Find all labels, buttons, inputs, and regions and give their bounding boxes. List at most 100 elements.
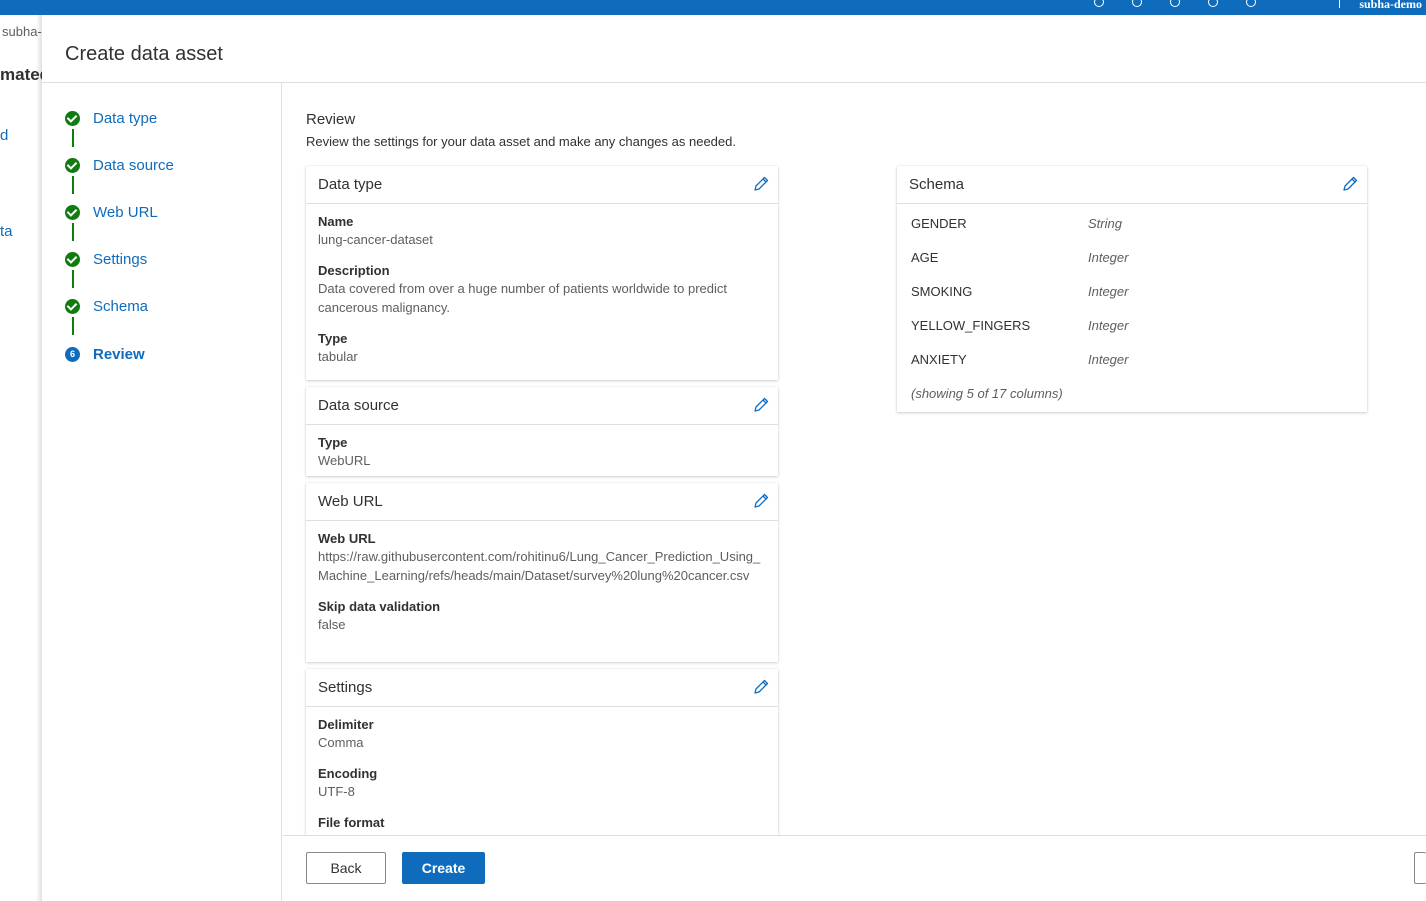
card-title: Schema [909,176,965,193]
field-skip-validation: Skip data validation false [306,599,778,634]
card-header: Web URL [306,483,778,521]
step-data-source[interactable]: Data source [65,153,174,177]
edit-icon[interactable] [752,678,770,696]
field-description: Description Data covered from over a hug… [306,263,778,317]
step-label: Review [93,345,145,363]
field-label: Delimiter [318,717,374,732]
feedback-icon[interactable] [1208,0,1218,7]
card-header: Data source [306,387,778,425]
field-label: Web URL [318,531,376,546]
edit-icon[interactable] [752,492,770,510]
step-connector [72,129,74,147]
schema-column-name: SMOKING [911,284,973,299]
schema-column-name: YELLOW_FINGERS [911,318,1031,333]
schema-card: Schema GENDER String AGE Integer SMOKING… [897,166,1367,412]
data-type-card: Data type Name lung-cancer-dataset Descr… [306,166,778,380]
step-connector [72,317,74,335]
review-content: Review Review the settings for your data… [283,83,1426,835]
step-settings[interactable]: Settings [65,247,147,271]
edit-icon[interactable] [1341,175,1359,193]
background-link[interactable]: d [0,127,8,144]
step-label: Data source [93,156,174,174]
field-source-type: Type WebURL [306,435,778,470]
field-encoding: Encoding UTF-8 [306,766,778,801]
field-web-url: Web URL https://raw.githubusercontent.co… [306,531,778,585]
check-icon [65,204,80,220]
field-name: Name lung-cancer-dataset [306,214,778,249]
notification-icon[interactable] [1132,0,1142,7]
field-file-format: File format [306,815,778,830]
field-value: UTF-8 [318,784,355,799]
card-title: Data type [318,176,383,193]
cancel-button[interactable] [1414,852,1426,884]
step-data-type[interactable]: Data type [65,106,157,130]
top-bar: subha-demo [0,0,1426,15]
field-label: File format [318,815,385,830]
step-web-url[interactable]: Web URL [65,200,158,224]
field-type: Type tabular [306,331,778,366]
schema-column-name: AGE [911,250,939,265]
step-connector [72,223,74,241]
card-title: Data source [318,397,399,414]
check-icon [65,110,80,126]
check-icon [65,251,80,267]
field-label: Name [318,214,354,229]
schema-note: (showing 5 of 17 columns) [911,386,1063,401]
create-button[interactable]: Create [402,852,485,884]
schema-column-type: String [1088,216,1122,231]
card-title: Web URL [318,493,383,510]
panel-title: Create data asset [65,43,223,65]
topbar-icons [1094,0,1334,7]
step-review[interactable]: 6 Review [65,342,145,366]
background-link[interactable]: ta [0,223,13,240]
schema-column-type: Integer [1088,250,1129,265]
schema-column-type: Integer [1088,318,1129,333]
field-label: Type [318,435,348,450]
step-label: Schema [93,297,149,315]
schema-column-name: GENDER [911,216,967,231]
edit-icon[interactable] [752,396,770,414]
edit-icon[interactable] [752,175,770,193]
review-subtitle: Review the settings for your data asset … [306,134,736,149]
field-value: Comma [318,735,364,750]
field-value: https://raw.githubusercontent.com/rohiti… [318,549,761,583]
schema-column-type: Integer [1088,284,1129,299]
field-label: Type [318,331,348,346]
account-icon[interactable] [1246,0,1256,7]
settings-icon[interactable] [1170,0,1180,7]
back-button[interactable]: Back [306,852,386,884]
field-value: tabular [318,349,358,364]
card-header: Schema [897,166,1367,204]
check-icon [65,298,80,314]
user-name[interactable]: subha-demo [1359,0,1422,12]
step-connector [72,270,74,288]
card-title: Settings [318,679,373,696]
review-title: Review [306,111,356,128]
topbar-separator [1339,0,1340,8]
field-label: Skip data validation [318,599,441,614]
step-label: Settings [93,250,148,268]
data-source-card: Data source Type WebURL [306,387,778,476]
field-delimiter: Delimiter Comma [306,717,778,752]
step-number-icon: 6 [65,346,80,362]
step-connector [72,176,74,194]
field-label: Description [318,263,390,278]
card-header: Settings [306,669,778,707]
field-value: WebURL [318,453,371,468]
settings-card: Settings Delimiter Comma Encoding UTF-8 … [306,669,778,835]
web-url-card: Web URL Web URL https://raw.githubuserco… [306,483,778,662]
field-value: false [318,617,346,632]
step-schema[interactable]: Schema [65,294,148,318]
step-label: Web URL [93,203,158,221]
field-value: Data covered from over a huge number of … [318,281,727,315]
background-page: subha- mated d ta [0,15,50,901]
wizard-steps: Data type Data source Web URL Settings S… [42,83,282,901]
schema-column-name: ANXIETY [911,352,967,367]
help-icon[interactable] [1094,0,1104,7]
create-data-asset-panel: Create data asset Data type Data source … [42,15,1426,901]
field-value: lung-cancer-dataset [318,232,433,247]
card-header: Data type [306,166,778,204]
field-label: Encoding [318,766,378,781]
footer-bar: Back Create [283,835,1426,901]
schema-column-type: Integer [1088,352,1129,367]
